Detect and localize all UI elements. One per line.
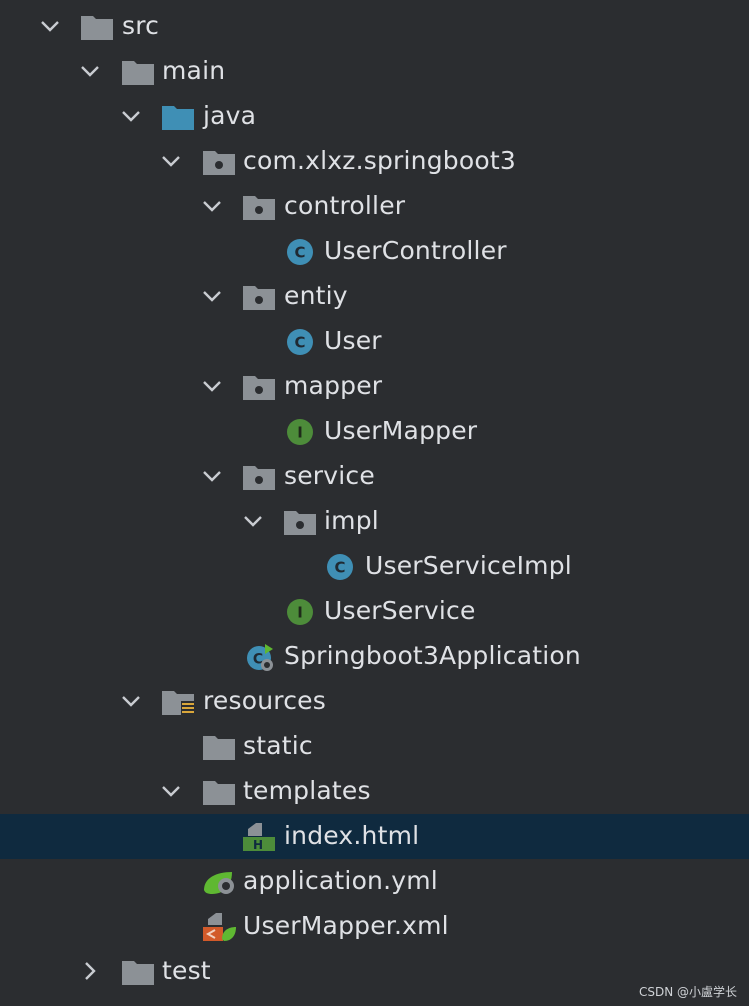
tree-label: impl (324, 506, 379, 535)
tree-label: test (162, 956, 211, 985)
tree-label: index.html (284, 821, 420, 850)
tree-row-index-html[interactable]: H index.html (0, 814, 749, 859)
tree-label: templates (243, 776, 371, 805)
tree-row-src[interactable]: src (0, 4, 749, 49)
folder-icon (122, 61, 154, 85)
tree-row-templates[interactable]: templates (0, 769, 749, 814)
tree-label: User (324, 326, 382, 355)
folder-icon (81, 16, 113, 40)
package-folder-icon (243, 286, 275, 310)
interface-icon: I (287, 419, 313, 445)
svg-text:C: C (334, 559, 345, 577)
tree-label: java (203, 101, 257, 130)
tree-row-static[interactable]: static (0, 724, 749, 769)
chevron-right-icon[interactable] (80, 961, 100, 981)
svg-text:C: C (294, 334, 305, 352)
chevron-down-icon[interactable] (202, 196, 222, 216)
tree-label: static (243, 731, 313, 760)
tree-label: UserMapper (324, 416, 478, 445)
source-folder-icon (162, 106, 194, 130)
folder-icon (203, 736, 235, 760)
tree-row-user[interactable]: C User (0, 319, 749, 364)
class-icon: C (327, 554, 353, 580)
tree-row-entiy[interactable]: entiy (0, 274, 749, 319)
tree-label: UserController (324, 236, 507, 265)
tree-row-impl[interactable]: impl (0, 499, 749, 544)
tree-label: Springboot3Application (284, 641, 581, 670)
resources-folder-icon (162, 691, 195, 716)
tree-row-userservice[interactable]: I UserService (0, 589, 749, 634)
tree-label: com.xlxz.springboot3 (243, 146, 516, 175)
package-folder-icon (203, 151, 235, 175)
svg-text:I: I (297, 604, 303, 622)
svg-text:C: C (294, 244, 305, 262)
tree-row-userserviceimpl[interactable]: C UserServiceImpl (0, 544, 749, 589)
folder-icon (122, 961, 154, 985)
tree-row-java[interactable]: java (0, 94, 749, 139)
tree-row-main[interactable]: main (0, 49, 749, 94)
tree-row-application-yml[interactable]: application.yml (0, 859, 749, 904)
tree-row-usercontroller[interactable]: C UserController (0, 229, 749, 274)
tree-label: UserService (324, 596, 476, 625)
tree-row-mapper[interactable]: mapper (0, 364, 749, 409)
chevron-down-icon[interactable] (161, 151, 181, 171)
tree-label: application.yml (243, 866, 438, 895)
tree-label: service (284, 461, 375, 490)
tree-label: UserMapper.xml (243, 911, 449, 940)
tree-label: UserServiceImpl (365, 551, 572, 580)
spring-config-icon (204, 872, 234, 894)
class-icon: C (287, 329, 313, 355)
chevron-down-icon[interactable] (202, 466, 222, 486)
tree-label: mapper (284, 371, 383, 400)
package-folder-icon (243, 376, 275, 400)
chevron-down-icon[interactable] (40, 16, 60, 36)
tree-row-service[interactable]: service (0, 454, 749, 499)
package-folder-icon (243, 466, 275, 490)
chevron-down-icon[interactable] (202, 286, 222, 306)
mybatis-xml-file-icon (203, 913, 236, 941)
chevron-down-icon[interactable] (121, 106, 141, 126)
tree-row-controller[interactable]: controller (0, 184, 749, 229)
tree-row-test[interactable]: test (0, 949, 749, 994)
chevron-down-icon[interactable] (121, 691, 141, 711)
package-folder-icon (284, 511, 316, 535)
package-folder-icon (243, 196, 275, 220)
tree-label: main (162, 56, 226, 85)
spring-boot-application-icon: C (247, 644, 273, 671)
html-file-icon: H (243, 823, 275, 851)
tree-row-usermapper-xml[interactable]: UserMapper.xml (0, 904, 749, 949)
tree-row-usermapper[interactable]: I UserMapper (0, 409, 749, 454)
chevron-down-icon[interactable] (202, 376, 222, 396)
tree-row-package[interactable]: com.xlxz.springboot3 (0, 139, 749, 184)
tree-label: controller (284, 191, 406, 220)
svg-text:H: H (253, 838, 263, 851)
svg-text:I: I (297, 424, 303, 442)
tree-label: entiy (284, 281, 348, 310)
tree-label: resources (203, 686, 326, 715)
tree-label: src (122, 11, 160, 40)
tree-row-springboot3application[interactable]: C Springboot3Application (0, 634, 749, 679)
folder-icon (203, 781, 235, 805)
class-icon: C (287, 239, 313, 265)
interface-icon: I (287, 599, 313, 625)
tree-row-resources[interactable]: resources (0, 679, 749, 724)
watermark: CSDN @小盧学长 (638, 985, 737, 999)
chevron-down-icon[interactable] (161, 781, 181, 801)
chevron-down-icon[interactable] (243, 511, 263, 531)
chevron-down-icon[interactable] (80, 61, 100, 81)
